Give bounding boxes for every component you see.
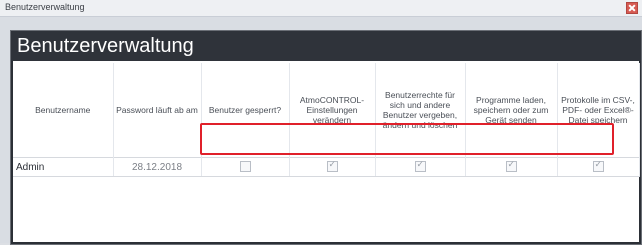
window-title: Benutzerverwaltung: [5, 2, 85, 12]
programs-checkbox[interactable]: [505, 159, 517, 173]
rights-checkbox[interactable]: [414, 159, 426, 173]
cell-rights: [375, 157, 466, 177]
highlight-box: [200, 123, 614, 155]
locked-checkbox[interactable]: [239, 161, 251, 173]
close-icon[interactable]: [626, 2, 638, 14]
cell-locked: [201, 157, 290, 177]
settings-checkbox[interactable]: [326, 159, 338, 173]
cell-username[interactable]: Admin: [13, 157, 114, 177]
user-management-window: Benutzerverwaltung Benutzerverwaltung Be…: [0, 0, 642, 245]
cell-protocols: [557, 157, 640, 177]
cell-settings: [289, 157, 376, 177]
user-table: Benutzername Password läuft ab am Benutz…: [13, 63, 640, 177]
col-header-username[interactable]: Benutzername: [13, 63, 114, 158]
cell-password-expires[interactable]: 28.12.2018: [113, 157, 202, 177]
title-bar: Benutzerverwaltung: [0, 0, 642, 17]
protocols-checkbox[interactable]: [592, 159, 604, 173]
panel-title: Benutzerverwaltung: [17, 35, 194, 57]
panel-header: Benutzerverwaltung: [11, 31, 641, 61]
cell-programs: [465, 157, 558, 177]
table-row[interactable]: Admin 28.12.2018: [13, 157, 640, 177]
col-header-password-expires[interactable]: Password läuft ab am: [113, 63, 202, 158]
